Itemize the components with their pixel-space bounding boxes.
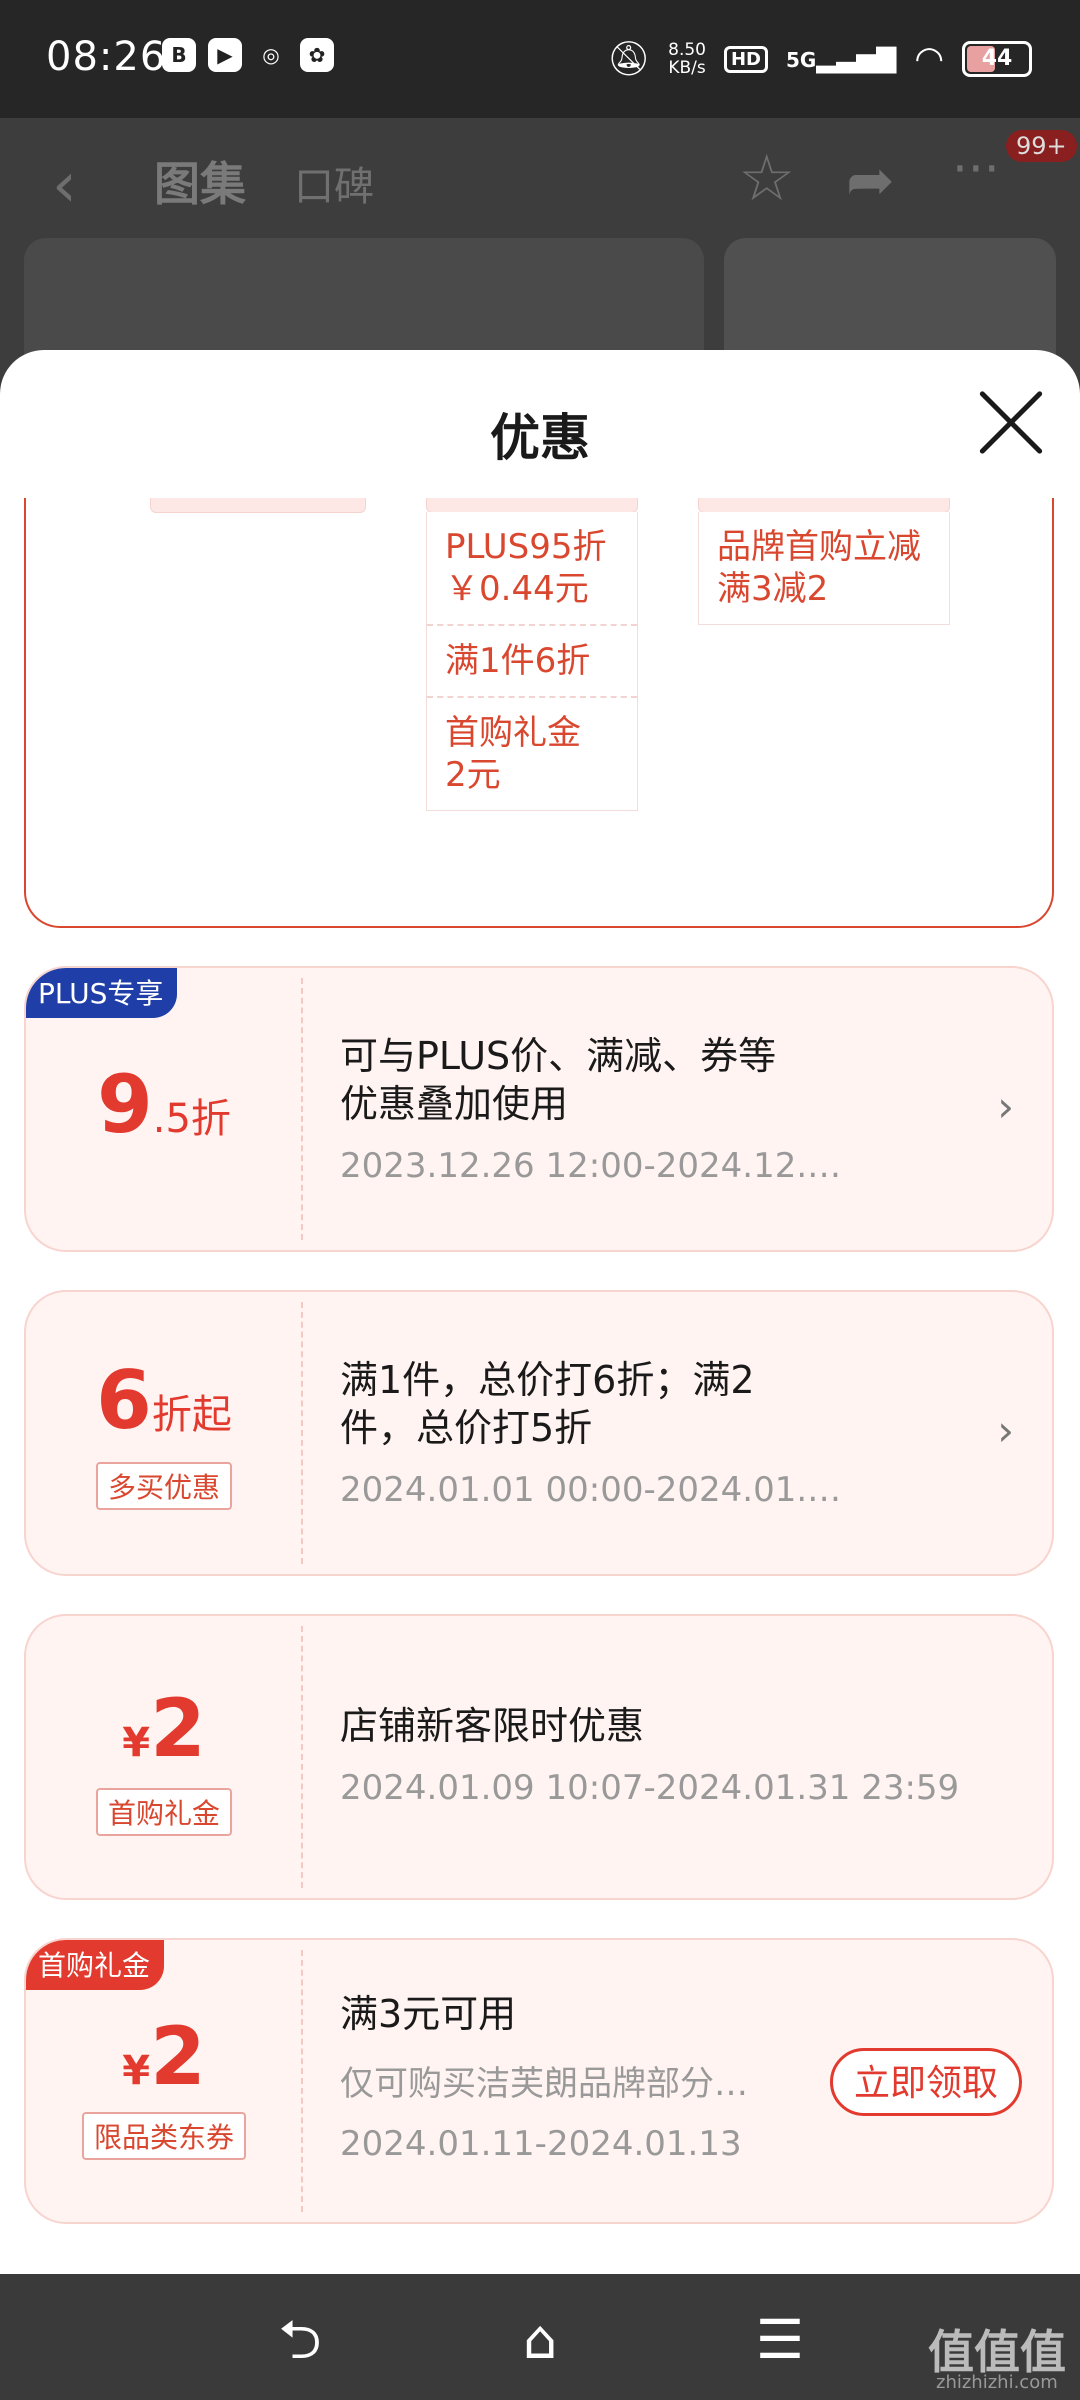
- multibuy-label: 多买优惠: [95, 1462, 232, 1510]
- claim-button[interactable]: 立即领取: [830, 2048, 1022, 2116]
- menu-icon[interactable]: ☰: [750, 2310, 810, 2370]
- coupon-value: ¥2 首购礼金: [26, 1616, 302, 1898]
- wifi-icon: ◠: [914, 39, 944, 79]
- comparison-item: 品牌首购立减 满3减2: [717, 527, 921, 609]
- chevron-right-icon[interactable]: ›: [997, 1406, 1014, 1455]
- chevron-right-icon[interactable]: ›: [997, 1082, 1014, 1131]
- price-comparison-table: PLUS95折 ￥0.44元 满1件6折 首购礼金 2元 品牌首购立减 满3减2: [24, 498, 1054, 928]
- mute-icon: 🔕︎: [606, 39, 651, 79]
- close-icon[interactable]: [974, 386, 1048, 460]
- coupon-card-multibuy[interactable]: 6折起 多买优惠 满1件，总价打6折；满2 件，总价打5折 2024.01.01…: [24, 1290, 1054, 1576]
- battery-icon: 44: [962, 41, 1032, 77]
- leaf-app-icon: ◎: [262, 43, 280, 67]
- coupon-value: 6折起 多买优惠: [26, 1292, 302, 1574]
- card-divider: [301, 978, 303, 1240]
- more-icon[interactable]: ···: [952, 140, 1000, 198]
- coupon-value: 9.5折: [97, 1058, 231, 1151]
- tab-reviews[interactable]: 口碑: [294, 154, 374, 212]
- coupon-period: 2024.01.09 10:07-2024.01.31 23:59: [340, 1768, 960, 1808]
- sheet-title: 优惠: [490, 409, 590, 467]
- coupon-card-jd-voucher[interactable]: 首购礼金 ¥2 限品类东券 满3元可用 仅可购买洁芙朗品牌部分… 2024.01…: [24, 1938, 1054, 2224]
- hd-icon: HD: [723, 45, 768, 73]
- coupon-description: 满1件，总价打6折；满2 件，总价打5折: [340, 1358, 755, 1450]
- baidu-app-icon: ✿: [300, 38, 334, 72]
- card-divider: [301, 1302, 303, 1564]
- comparison-column-stub: [426, 498, 638, 513]
- message-badge: 99+: [1006, 130, 1077, 162]
- first-purchase-label: 首购礼金: [95, 1788, 232, 1836]
- comparison-item: PLUS95折 ￥0.44元: [427, 512, 637, 626]
- status-bar: 08:26 B ▶ ◎ ✿ 🔕︎ 8.50 KB/s HD 5G▂▃▅▇ ◠ 4…: [0, 0, 1080, 118]
- star-icon[interactable]: ☆: [738, 142, 795, 216]
- clock: 08:26: [46, 34, 167, 80]
- video-app-icon: ▶: [208, 38, 242, 72]
- coupon-description: 店铺新客限时优惠: [340, 1704, 645, 1748]
- app-notification-icon: B: [162, 38, 196, 72]
- comparison-column-stub: [698, 498, 950, 513]
- background-page: ‹ 图集 口碑 ☆ ➦ ··· 99+: [0, 118, 1080, 438]
- comparison-item: 首购礼金 2元: [445, 713, 581, 795]
- home-icon[interactable]: ⌂: [510, 2310, 570, 2370]
- comparison-column: PLUS95折 ￥0.44元 满1件6折 首购礼金 2元: [426, 512, 638, 811]
- coupon-description: 满3元可用: [340, 1992, 517, 2036]
- comparison-item: 满1件6折: [427, 626, 637, 698]
- back-icon[interactable]: ⮌: [270, 2310, 330, 2370]
- coupon-card-first-purchase[interactable]: ¥2 首购礼金 店铺新客限时优惠 2024.01.09 10:07-2024.0…: [24, 1614, 1054, 1900]
- watermark-domain: zhizhizhi.com: [936, 2372, 1058, 2393]
- back-arrow-icon[interactable]: ‹: [52, 148, 77, 221]
- card-divider: [301, 1626, 303, 1888]
- category-voucher-label: 限品类东券: [81, 2112, 246, 2160]
- network-speed: 8.50 KB/s: [668, 40, 706, 78]
- coupon-period: 2024.01.11-2024.01.13: [340, 2124, 742, 2164]
- coupon-description: 可与PLUS价、满减、券等 优惠叠加使用: [340, 1034, 777, 1126]
- system-nav-bar: ⮌ ⌂ ☰: [0, 2274, 1080, 2400]
- card-divider: [301, 1950, 303, 2212]
- coupon-scope: 仅可购买洁芙朗品牌部分…: [340, 2064, 748, 2104]
- coupon-period: 2024.01.01 00:00-2024.01.3…: [340, 1470, 860, 1510]
- signal-icon: 5G▂▃▅▇: [786, 44, 897, 74]
- coupon-card-plus[interactable]: PLUS专享 9.5折 可与PLUS价、满减、券等 优惠叠加使用 2023.12…: [24, 966, 1054, 1252]
- discount-sheet: 优惠 PLUS95折 ￥0.44元 满1件6折 首购礼金 2元 品牌首购立减 满…: [0, 350, 1080, 2275]
- comparison-column: 品牌首购立减 满3减2: [698, 512, 950, 625]
- coupon-value: ¥2 限品类东券: [26, 1940, 302, 2222]
- tab-gallery[interactable]: 图集: [154, 148, 246, 214]
- coupon-period: 2023.12.26 12:00-2024.12.2…: [340, 1146, 860, 1186]
- comparison-column-stub: [150, 498, 366, 513]
- share-icon[interactable]: ➦: [846, 146, 895, 214]
